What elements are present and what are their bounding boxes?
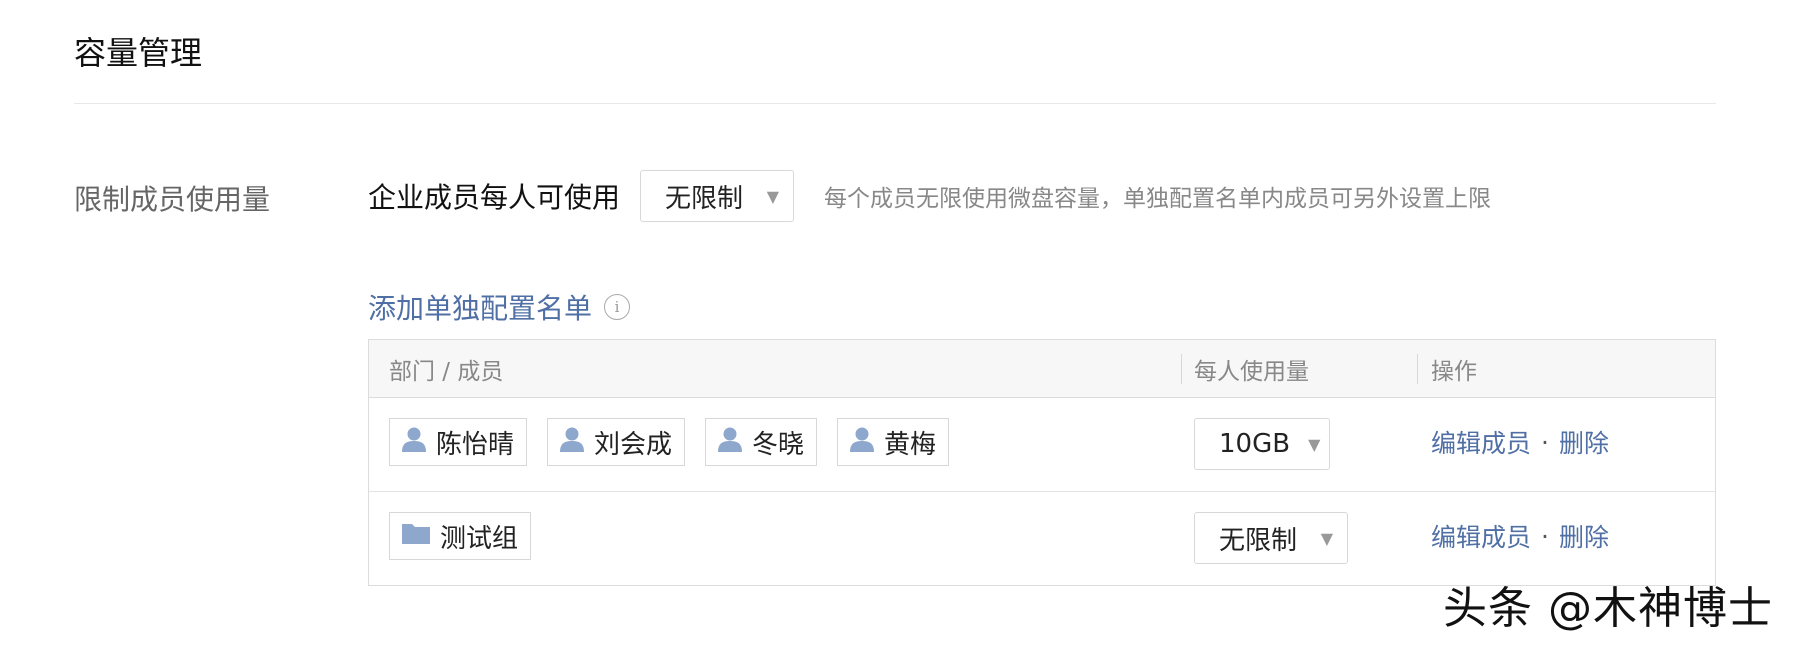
usage-select[interactable]: 无限制 ▼ [1194,512,1348,564]
add-config-list: 添加单独配置名单 i [368,287,631,327]
table-header: 部门 / 成员 每人使用量 操作 [369,340,1715,398]
caret-down-icon: ▼ [766,186,780,206]
separator-dot: · [1541,521,1549,551]
user-icon [402,426,426,459]
edit-members-link[interactable]: 编辑成员 [1431,518,1531,554]
group-chip[interactable]: 测试组 [389,512,532,560]
member-name: 刘会成 [594,429,673,460]
member-name: 黄梅 [884,429,937,460]
watermark: 头条 @木神博士 [1443,583,1773,634]
info-icon[interactable]: i [604,294,631,320]
divider [74,103,1716,104]
member-chips: 测试组 [389,512,551,560]
per-member-quota-value: 无限制 [665,183,744,214]
separator-dot: · [1541,427,1549,457]
edit-members-link[interactable]: 编辑成员 [1431,424,1531,460]
column-divider [1417,354,1418,384]
member-chips: 陈怡晴 刘会成 冬晓 黄梅 [389,418,969,466]
member-chip[interactable]: 冬晓 [705,418,818,466]
usage-value: 无限制 [1219,525,1298,556]
usage-value: 10GB [1219,429,1291,459]
member-chip[interactable]: 黄梅 [837,418,950,466]
member-name: 冬晓 [752,429,805,460]
delete-link[interactable]: 删除 [1559,424,1609,460]
user-icon [850,426,875,459]
folder-icon [402,521,430,551]
delete-link[interactable]: 删除 [1559,518,1609,554]
user-icon [718,426,743,459]
table-row: 陈怡晴 刘会成 冬晓 黄梅 10GB ▼ 编辑成员 · 删除 [369,398,1715,492]
member-chip[interactable]: 刘会成 [547,418,686,466]
member-chip[interactable]: 陈怡晴 [389,418,528,466]
column-header-usage: 每人使用量 [1194,359,1309,385]
per-member-quota-row: 企业成员每人可使用 无限制 ▼ 每个成员无限使用微盘容量，单独配置名单内成员可另… [368,170,1491,222]
limit-section-label: 限制成员使用量 [74,183,271,216]
row-actions: 编辑成员 · 删除 [1431,512,1609,560]
user-icon [560,426,585,459]
page-title: 容量管理 [74,34,203,72]
caret-down-icon: ▼ [1308,434,1321,454]
config-table: 部门 / 成员 每人使用量 操作 陈怡晴 刘会成 冬晓 黄梅 10GB ▼ 编辑… [368,339,1716,586]
column-header-member: 部门 / 成员 [389,359,504,385]
per-member-text: 企业成员每人可使用 [368,181,621,214]
column-divider [1181,354,1182,384]
row-actions: 编辑成员 · 删除 [1431,418,1609,466]
quota-hint: 每个成员无限使用微盘容量，单独配置名单内成员可另外设置上限 [824,186,1492,212]
member-name: 陈怡晴 [436,429,515,460]
add-config-list-link[interactable]: 添加单独配置名单 [368,287,592,327]
per-member-quota-select[interactable]: 无限制 ▼ [640,170,795,222]
caret-down-icon: ▼ [1320,528,1333,548]
usage-select[interactable]: 10GB ▼ [1194,418,1330,470]
column-header-actions: 操作 [1431,359,1477,385]
group-name: 测试组 [440,523,519,554]
